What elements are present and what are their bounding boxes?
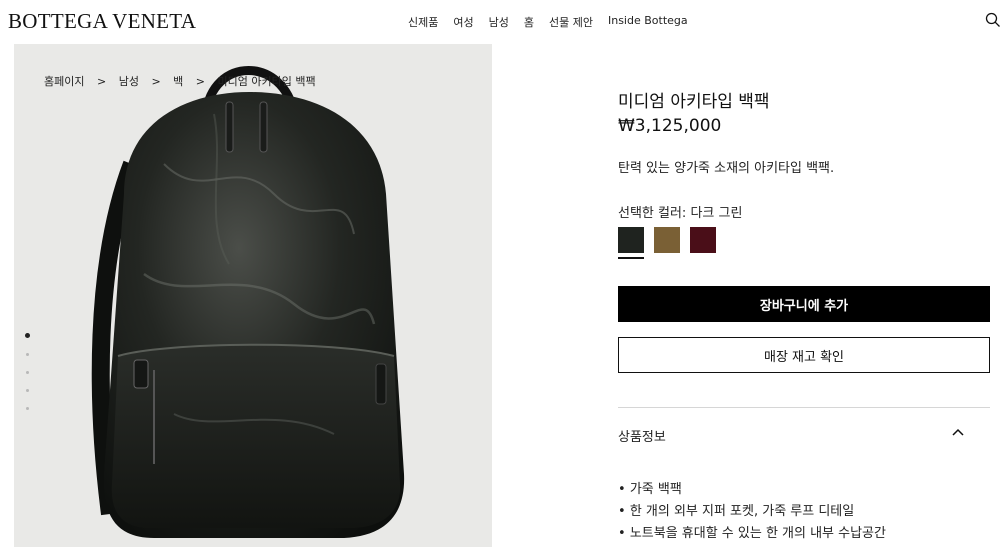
nav-item-inside-bottega[interactable]: Inside Bottega: [608, 14, 688, 30]
breadcrumb: 홈페이지 > 남성 > 백 > 미디엄 아키타입 백팩: [44, 73, 325, 89]
breadcrumb-men[interactable]: 남성: [119, 75, 139, 88]
gallery-dot-1[interactable]: [25, 333, 30, 338]
nav-item-men[interactable]: 남성: [489, 14, 509, 30]
nav-item-women[interactable]: 여성: [453, 14, 473, 30]
nav-item-gifts[interactable]: 선물 제안: [549, 14, 593, 30]
gallery-dot-4[interactable]: [26, 389, 29, 392]
main-nav: 신제품 여성 남성 홈 선물 제안 Inside Bottega: [408, 14, 688, 30]
brand-logo[interactable]: BOTTEGA VENETA: [8, 9, 196, 34]
product-price: ₩3,125,000: [618, 116, 722, 136]
gallery-pagination: [25, 333, 30, 425]
swatch-brown[interactable]: [654, 227, 680, 253]
product-name: 미디엄 아키타입 백팩: [618, 92, 770, 112]
search-icon[interactable]: [985, 12, 1000, 28]
breadcrumb-separator: >: [151, 75, 161, 88]
add-to-cart-button[interactable]: 장바구니에 추가: [618, 286, 990, 322]
breadcrumb-bags[interactable]: 백: [173, 75, 183, 88]
list-item: 가죽 백팩: [618, 478, 886, 500]
product-gallery: 홈페이지 > 남성 > 백 > 미디엄 아키타입 백팩: [14, 44, 492, 547]
product-details-toggle[interactable]: 상품정보: [618, 426, 666, 445]
breadcrumb-home[interactable]: 홈페이지: [44, 75, 84, 88]
nav-item-new[interactable]: 신제품: [408, 14, 438, 30]
gallery-dot-2[interactable]: [26, 353, 29, 356]
swatch-burgundy[interactable]: [690, 227, 716, 253]
breadcrumb-separator: >: [96, 75, 107, 88]
product-description: 탄력 있는 양가죽 소재의 아키타입 백팩.: [618, 161, 835, 176]
color-swatches: [618, 227, 716, 259]
gallery-dot-3[interactable]: [26, 371, 29, 374]
swatch-dark-green[interactable]: [618, 227, 644, 259]
chevron-up-icon[interactable]: [952, 428, 964, 436]
feature-list: 가죽 백팩 한 개의 외부 지퍼 포켓, 가죽 루프 디테일 노트북을 휴대할 …: [618, 478, 886, 544]
breadcrumb-current: 미디엄 아키타입 백팩: [217, 75, 316, 88]
selected-color-label: 선택한 컬러: 다크 그린: [618, 206, 743, 221]
gallery-dot-5[interactable]: [26, 407, 29, 410]
list-item: 한 개의 외부 지퍼 포켓, 가죽 루프 디테일: [618, 500, 886, 522]
nav-item-home[interactable]: 홈: [524, 14, 534, 30]
product-image: [91, 66, 405, 538]
list-item: 노트북을 휴대할 수 있는 한 개의 내부 수납공간: [618, 522, 886, 544]
top-bar: BOTTEGA VENETA 신제품 여성 남성 홈 선물 제안 Inside …: [0, 0, 1000, 44]
divider: [618, 407, 990, 408]
check-store-stock-button[interactable]: 매장 재고 확인: [618, 337, 990, 373]
breadcrumb-separator: >: [195, 75, 206, 88]
